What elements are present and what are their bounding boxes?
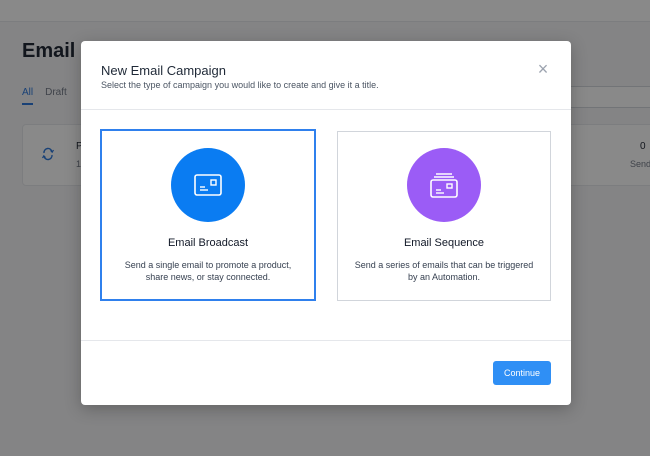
dialog-title: New Email Campaign: [101, 63, 226, 78]
dialog-header: New Email Campaign Select the type of ca…: [81, 41, 571, 110]
card-icon: [171, 148, 245, 222]
option-description: Send a series of emails that can be trig…: [354, 260, 534, 282]
email-broadcast-option[interactable]: Email Broadcast Send a single email to p…: [100, 129, 316, 301]
option-title: Email Broadcast: [167, 237, 249, 249]
stacked-cards-icon: [407, 148, 481, 222]
option-title: Email Sequence: [403, 237, 485, 249]
continue-button[interactable]: Continue: [493, 361, 551, 385]
email-sequence-option[interactable]: Email Sequence Send a series of emails t…: [337, 131, 551, 301]
option-description: Send a single email to promote a product…: [124, 260, 292, 282]
close-icon[interactable]: ×: [533, 59, 553, 79]
footer-divider: [81, 340, 571, 341]
dialog-subtitle: Select the type of campaign you would li…: [101, 80, 379, 90]
new-campaign-dialog: New Email Campaign Select the type of ca…: [81, 41, 571, 405]
